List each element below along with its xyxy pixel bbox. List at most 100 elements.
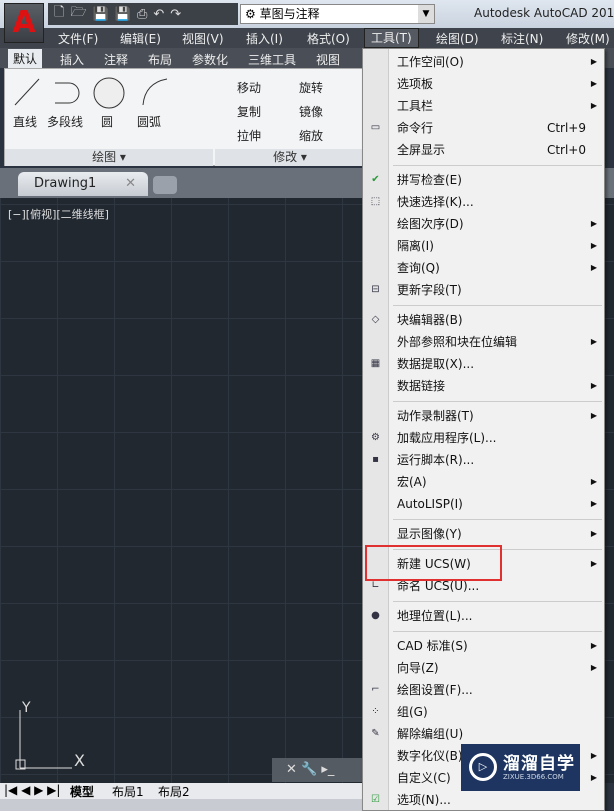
print-icon[interactable]: ⎙ xyxy=(137,7,147,22)
close-icon[interactable]: ✕ xyxy=(286,762,297,777)
menu-item[interactable]: 选项板 ▶ xyxy=(363,73,604,95)
prompt-icon[interactable]: ▸_ xyxy=(321,762,334,777)
gear-icon: ⚙ xyxy=(245,7,256,21)
tab-annotate[interactable]: 注释 xyxy=(104,51,128,68)
menu-item[interactable]: AutoLISP(I) ▶ xyxy=(363,493,604,515)
tab-parametric[interactable]: 参数化 xyxy=(192,51,228,68)
menu-item-label: 全屏显示 xyxy=(397,143,446,157)
menu-item[interactable]: ✎ 解除编组(U) xyxy=(363,723,604,745)
tab-insert[interactable]: 插入 xyxy=(60,51,84,68)
submenu-arrow-icon: ▶ xyxy=(590,79,597,88)
circle-tool[interactable]: 圆 xyxy=(101,113,113,130)
viewport-label[interactable]: [−][俯视][二维线框] xyxy=(8,206,109,222)
new-icon[interactable]: 🗋 xyxy=(54,3,64,25)
menu-item[interactable]: ⚙ 加载应用程序(L)... xyxy=(363,427,604,449)
submenu-arrow-icon: ▶ xyxy=(590,219,597,228)
menu-item[interactable]: 全屏显示 Ctrl+0 xyxy=(363,139,604,161)
menu-item[interactable]: ⬚ 快速选择(K)... xyxy=(363,191,604,213)
status-bar xyxy=(0,799,362,811)
menu-item-label: 数字化仪(B) xyxy=(397,749,463,763)
menu-item[interactable]: 工具栏 ▶ xyxy=(363,95,604,117)
menu-item-label: AutoLISP(I) xyxy=(397,497,463,511)
rotate-tool[interactable]: 旋转 xyxy=(299,79,323,96)
save-icon[interactable]: 💾 xyxy=(93,7,109,22)
menu-item-label: 数据提取(X)... xyxy=(397,357,475,371)
menu-item[interactable]: ⁘ 组(G) xyxy=(363,701,604,723)
menu-item[interactable]: 动作录制器(T) ▶ xyxy=(363,405,604,427)
mirror-tool[interactable]: 镜像 xyxy=(299,103,323,120)
submenu-arrow-icon: ▶ xyxy=(590,241,597,250)
wrench-icon[interactable]: 🔧 xyxy=(301,762,317,777)
submenu-arrow-icon: ▶ xyxy=(590,477,597,486)
tab-layout[interactable]: 布局 xyxy=(148,51,172,68)
menu-item[interactable]: ◇ 块编辑器(B) xyxy=(363,309,604,331)
workspace-dropdown[interactable]: ⚙ 草图与注释 ▼ xyxy=(240,4,435,24)
submenu-arrow-icon: ▶ xyxy=(590,751,597,760)
menu-item-label: 查询(Q) xyxy=(397,261,440,275)
tab-view[interactable]: 视图 xyxy=(316,51,340,68)
save-as-icon[interactable]: 💾 xyxy=(115,7,131,22)
close-icon[interactable]: ✕ xyxy=(125,172,136,196)
menu-item-label: 快速选择(K)... xyxy=(397,195,474,209)
watermark-title: 溜溜自学 xyxy=(503,754,575,774)
application-menu-button[interactable]: A xyxy=(4,3,44,43)
menu-item[interactable]: 显示图像(Y) ▶ xyxy=(363,523,604,545)
menu-dimension[interactable]: 标注(N) xyxy=(501,30,543,47)
move-tool[interactable]: 移动 xyxy=(237,79,261,96)
menu-file[interactable]: 文件(F) xyxy=(58,30,98,47)
modify-panel-title[interactable]: 修改 ▾ xyxy=(215,149,365,166)
drafting-settings-icon: ⌐ xyxy=(371,684,380,695)
menu-item-label: 运行脚本(R)... xyxy=(397,453,475,467)
menu-tools[interactable]: 工具(T) xyxy=(364,28,419,48)
menu-item[interactable]: CAD 标准(S) ▶ xyxy=(363,635,604,657)
menu-item[interactable]: ▦ 数据提取(X)... xyxy=(363,353,604,375)
menu-view[interactable]: 视图(V) xyxy=(182,30,224,47)
line-tool[interactable]: 直线 xyxy=(13,113,37,130)
command-line-toolbar[interactable]: ✕ 🔧 ▸_ xyxy=(272,758,362,782)
script-icon: ▪ xyxy=(372,454,379,465)
menu-modify[interactable]: 修改(M) xyxy=(566,30,610,47)
scale-tool[interactable]: 缩放 xyxy=(299,127,323,144)
menu-item[interactable]: 绘图次序(D) ▶ xyxy=(363,213,604,235)
ribbon-panel: 直线 多段线 圆 圆弧 移动 旋转 复制 镜像 拉伸 缩放 绘图 ▾ 修改 ▾ xyxy=(4,68,365,166)
menu-insert[interactable]: 插入(I) xyxy=(246,30,283,47)
menu-item[interactable]: 隔离(I) ▶ xyxy=(363,235,604,257)
menu-item[interactable]: 外部参照和块在位编辑 ▶ xyxy=(363,331,604,353)
menu-item[interactable]: 查询(Q) ▶ xyxy=(363,257,604,279)
tab-layout2[interactable]: 布局2 xyxy=(158,783,190,800)
open-icon[interactable]: 🗁 xyxy=(70,3,86,25)
new-tab-button[interactable] xyxy=(153,176,177,194)
menu-item[interactable]: 向导(Z) ▶ xyxy=(363,657,604,679)
menu-item[interactable]: ● 地理位置(L)... xyxy=(363,605,604,627)
menu-item[interactable]: ⊟ 更新字段(T) xyxy=(363,279,604,301)
submenu-arrow-icon: ▶ xyxy=(590,641,597,650)
menu-edit[interactable]: 编辑(E) xyxy=(120,30,161,47)
menu-item[interactable]: ✔ 拼写检查(E) xyxy=(363,169,604,191)
undo-icon[interactable]: ↶ xyxy=(153,7,164,22)
menu-item[interactable]: ☑ 选项(N)... xyxy=(363,789,604,811)
menu-item-shortcut: Ctrl+9 xyxy=(546,121,586,135)
stretch-tool[interactable]: 拉伸 xyxy=(237,127,261,144)
tab-3d-tools[interactable]: 三维工具 xyxy=(248,51,296,68)
draw-panel-title[interactable]: 绘图 ▾ xyxy=(5,149,213,166)
tab-model[interactable]: 模型 xyxy=(70,783,94,800)
redo-icon[interactable]: ↷ xyxy=(170,7,181,22)
menu-draw[interactable]: 绘图(D) xyxy=(436,30,479,47)
copy-tool[interactable]: 复制 xyxy=(237,103,261,120)
layout-tabs: |◀ ◀ ▶ ▶| 模型 布局1 布局2 xyxy=(0,783,362,799)
tab-layout1[interactable]: 布局1 xyxy=(112,783,144,800)
menu-item[interactable]: ▪ 运行脚本(R)... xyxy=(363,449,604,471)
menu-item[interactable]: 工作空间(O) ▶ xyxy=(363,51,604,73)
document-tab[interactable]: Drawing1 ✕ xyxy=(18,172,148,196)
menu-format[interactable]: 格式(O) xyxy=(307,30,350,47)
menu-item[interactable]: ▭ 命令行 Ctrl+9 xyxy=(363,117,604,139)
menu-item[interactable]: 宏(A) ▶ xyxy=(363,471,604,493)
tab-default[interactable]: 默认 xyxy=(8,49,43,68)
menu-item-label: 显示图像(Y) xyxy=(397,527,462,541)
polyline-tool[interactable]: 多段线 xyxy=(47,113,83,130)
tab-nav-arrows[interactable]: |◀ ◀ ▶ ▶| xyxy=(4,783,60,797)
menu-item[interactable]: ⌐ 绘图设置(F)... xyxy=(363,679,604,701)
menu-item[interactable]: 数据链接 ▶ xyxy=(363,375,604,397)
arc-tool[interactable]: 圆弧 xyxy=(137,113,161,130)
quick-access-toolbar: 🗋 🗁 💾 💾 ⎙ ↶ ↷ xyxy=(48,3,238,25)
